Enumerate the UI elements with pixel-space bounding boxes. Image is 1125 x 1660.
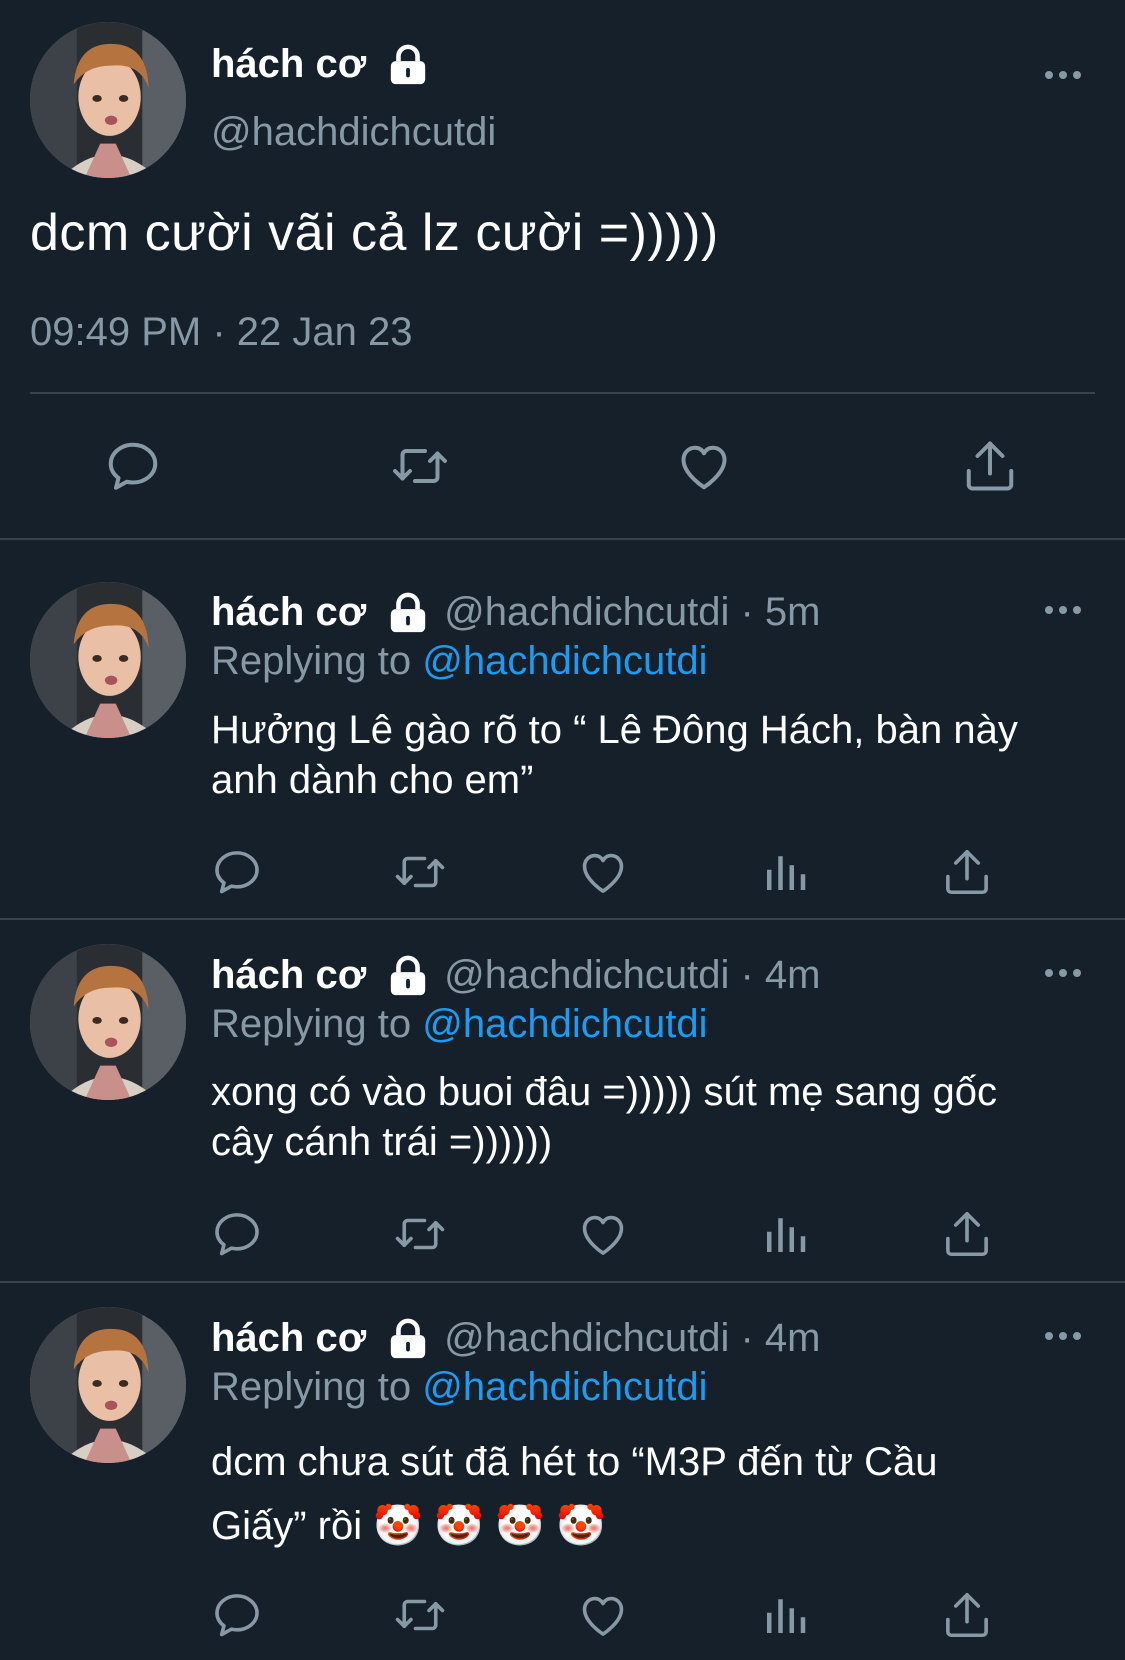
share-icon: [960, 436, 1020, 496]
replying-to-prefix: Replying to: [211, 639, 423, 683]
handle-time[interactable]: @hachdichcutdi · 4m: [444, 1316, 820, 1361]
retweet-icon: [385, 436, 455, 496]
retweet-button[interactable]: [390, 1588, 450, 1642]
share-button[interactable]: [960, 436, 1020, 496]
reply-icon: [210, 845, 264, 899]
display-name[interactable]: hách cơ: [211, 590, 366, 635]
tweet-text: dcm chưa sút đã hét to “M3P đến từ Cầu G…: [211, 1440, 938, 1548]
like-button[interactable]: [576, 1207, 630, 1261]
like-button[interactable]: [576, 845, 630, 899]
more-icon[interactable]: [1045, 969, 1081, 977]
retweet-button[interactable]: [390, 1207, 450, 1261]
replying-to-mention[interactable]: @hachdichcutdi: [422, 1365, 707, 1409]
tweet-text: dcm cười vãi cả lz cười =))))): [30, 204, 719, 262]
tweet-timestamp[interactable]: 09:49 PM · 22 Jan 23: [30, 310, 412, 355]
tweet-text: xong có vào buoi đâu =))))) sút mẹ sang …: [211, 1070, 997, 1164]
share-button[interactable]: [940, 845, 994, 899]
avatar-image: [30, 1307, 186, 1463]
reply-icon: [210, 1588, 264, 1642]
share-button[interactable]: [940, 1588, 994, 1642]
like-icon: [576, 845, 630, 899]
analytics-icon: [758, 1207, 812, 1261]
avatar-image: [30, 944, 186, 1100]
share-button[interactable]: [940, 1207, 994, 1261]
retweet-button[interactable]: [385, 436, 455, 496]
replying-to: Replying to @hachdichcutdi: [211, 639, 707, 684]
more-icon[interactable]: [1045, 1332, 1081, 1340]
more-icon[interactable]: [1045, 606, 1081, 614]
analytics-button[interactable]: [758, 1588, 812, 1642]
section-separator: [0, 1281, 1125, 1283]
avatar[interactable]: [30, 22, 186, 178]
display-name[interactable]: hách cơ: [211, 42, 366, 87]
display-name[interactable]: hách cơ: [211, 953, 366, 998]
like-icon: [576, 1588, 630, 1642]
main-name-row: hách cơ: [211, 42, 428, 87]
divider: [30, 392, 1095, 394]
reply-header: hách cơ @hachdichcutdi · 4m: [211, 1316, 820, 1361]
handle[interactable]: @hachdichcutdi: [211, 110, 496, 155]
reply-header: hách cơ @hachdichcutdi · 5m: [211, 590, 820, 635]
share-icon: [940, 1588, 994, 1642]
retweet-icon: [390, 1207, 450, 1261]
like-button[interactable]: [673, 436, 735, 496]
replying-to: Replying to @hachdichcutdi: [211, 1002, 707, 1047]
retweet-icon: [390, 845, 450, 899]
lock-icon: [388, 955, 428, 997]
analytics-icon: [758, 1588, 812, 1642]
replying-to-prefix: Replying to: [211, 1002, 423, 1046]
analytics-button[interactable]: [758, 1207, 812, 1261]
avatar-image: [30, 22, 186, 178]
reply-icon: [210, 1207, 264, 1261]
retweet-button[interactable]: [390, 845, 450, 899]
display-name[interactable]: hách cơ: [211, 1316, 366, 1361]
retweet-icon: [390, 1588, 450, 1642]
replying-to: Replying to @hachdichcutdi: [211, 1365, 707, 1410]
tweet-text: Hưởng Lê gào rõ to “ Lê Đông Hách, bàn n…: [211, 708, 1018, 802]
share-icon: [940, 845, 994, 899]
section-separator: [0, 538, 1125, 540]
like-icon: [576, 1207, 630, 1261]
reply-button[interactable]: [210, 1588, 264, 1642]
like-button[interactable]: [576, 1588, 630, 1642]
analytics-button[interactable]: [758, 845, 812, 899]
handle-time[interactable]: @hachdichcutdi · 4m: [444, 953, 820, 998]
reply-icon: [103, 436, 163, 496]
avatar[interactable]: [30, 582, 186, 738]
lock-icon: [388, 44, 428, 86]
more-icon[interactable]: [1045, 71, 1081, 79]
replying-to-mention[interactable]: @hachdichcutdi: [422, 1002, 707, 1046]
avatar[interactable]: [30, 944, 186, 1100]
like-icon: [673, 436, 735, 496]
reply-button[interactable]: [103, 436, 163, 496]
handle-time[interactable]: @hachdichcutdi · 5m: [444, 590, 820, 635]
replying-to-prefix: Replying to: [211, 1365, 423, 1409]
replying-to-mention[interactable]: @hachdichcutdi: [422, 639, 707, 683]
section-separator: [0, 918, 1125, 920]
lock-icon: [388, 1318, 428, 1360]
reply-header: hách cơ @hachdichcutdi · 4m: [211, 953, 820, 998]
avatar[interactable]: [30, 1307, 186, 1463]
reply-button[interactable]: [210, 845, 264, 899]
reply-button[interactable]: [210, 1207, 264, 1261]
avatar-image: [30, 582, 186, 738]
analytics-icon: [758, 845, 812, 899]
lock-icon: [388, 592, 428, 634]
share-icon: [940, 1207, 994, 1261]
